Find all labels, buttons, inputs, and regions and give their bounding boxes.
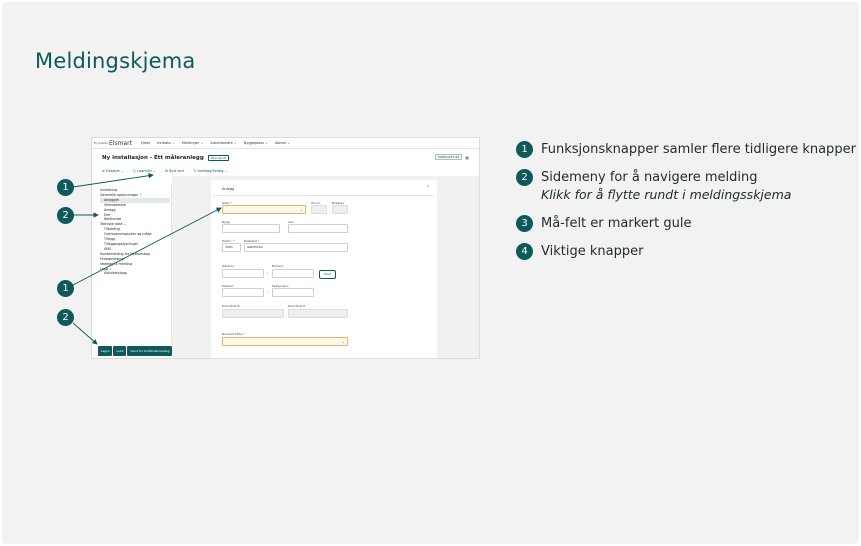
chevron-down-icon: ⌄ (341, 339, 345, 344)
function-buttons: ≡ Detaljer ⌄ ⎙ Lagre/Ut ⌄ ⚙ Bytt kort ✎ … (102, 169, 236, 173)
bruksnr-field[interactable] (272, 269, 314, 278)
poststed-field[interactable]: GRIMSTAD (244, 243, 348, 252)
side-menu: Innledning Generelle opplysninger ^ Anlegg… (100, 188, 170, 276)
status-badge: Ikke sendt (207, 155, 230, 161)
led-field[interactable] (288, 224, 348, 233)
card-title: Anlegg (222, 187, 235, 191)
separator-slash: / (267, 290, 269, 294)
grid-icon[interactable]: ▦ (465, 155, 469, 160)
legend-badge: 3 (516, 215, 533, 232)
save-out-button[interactable]: ⎙ Lagre/Ut ⌄ (133, 169, 156, 173)
application-screenshot: By installer Elsmart Hjem Innboks ⌄ Meld… (91, 137, 480, 359)
legend-badge: 4 (516, 243, 533, 260)
nav-item-byggeplass[interactable]: Byggeplass ⌄ (244, 141, 268, 145)
gardsnr-field[interactable] (222, 269, 264, 278)
close-button[interactable]: Lukk (113, 346, 127, 356)
bruksomrade-select[interactable]: ⌄ (222, 337, 348, 346)
legend-text: Sidemeny for å navigere melding (541, 170, 758, 185)
nav-item-meldinger[interactable]: Meldinger ⌄ (182, 141, 203, 145)
nav-item-arbeidsordre[interactable]: Arbeidsordre ⌄ (210, 141, 237, 145)
legend-subtext: Klikk for å flytte rundt i meldingsskjem… (541, 187, 792, 202)
postnr-field[interactable]: 3063 (222, 243, 241, 252)
seksjonsnr-field[interactable] (272, 288, 314, 297)
gate-select[interactable]: ⌄ (222, 205, 306, 214)
legend-text: Funksjonsknapper samler flere tidligere … (541, 142, 856, 157)
koordinat-n-label: Koordinat N (222, 304, 240, 308)
festenr-field[interactable] (222, 288, 264, 297)
bottom-action-buttons: Lagre Lukk Send for forhåndsmelding (98, 346, 173, 356)
nav-item-admin[interactable]: Admin ⌄ (275, 141, 290, 145)
legend: 1 Funksjonsknapper samler flere tidliger… (516, 141, 856, 271)
chevron-down-icon: ⌄ (299, 207, 303, 212)
bruksnr-label: Bruksnr. (272, 264, 285, 268)
side-menu-divider (171, 183, 172, 343)
callout-badge-1-top: 1 (57, 179, 74, 196)
page-header: Ny installasjon - Ett måleranlegg Ikke s… (102, 155, 230, 161)
brand-prefix: By installer (94, 141, 109, 145)
koordinat-e-label: Koordinat E (288, 304, 306, 308)
bygg-field[interactable] (222, 224, 280, 233)
callout-badge-2-bottom: 2 (57, 309, 74, 326)
separator-slash: / (267, 271, 269, 275)
legend-text: Må-felt er markert gule (541, 216, 692, 231)
form-card: Anlegg ⌃ Gate * ⌄ Husnr. Bokstav Bygg Le… (211, 180, 437, 358)
top-navigation-bar: By installer Elsmart Hjem Innboks ⌄ Meld… (92, 138, 479, 149)
hent-button[interactable]: Hent (319, 270, 336, 279)
chevron-up-icon[interactable]: ⌃ (426, 185, 430, 191)
switch-card-button[interactable]: ⚙ Bytt kort (165, 169, 184, 173)
callout-badge-1-bottom: 1 (57, 280, 74, 297)
legend-text: Viktige knapper (541, 244, 644, 259)
page-title: Ny installasjon - Ett måleranlegg (102, 155, 204, 161)
legend-item: 2 Sidemeny for å navigere melding Klikk … (516, 169, 856, 204)
card-header[interactable]: Anlegg ⌃ (214, 184, 434, 196)
details-button[interactable]: ≡ Detaljer ⌄ (102, 169, 124, 173)
legend-item: 3 Må-felt er markert gule (516, 215, 856, 232)
bruksomrade-label: Bruksområde * (222, 332, 245, 336)
nav-item-innboks[interactable]: Innboks ⌄ (157, 141, 175, 145)
bokstav-field (332, 205, 348, 214)
slide-title: Meldingskjema (35, 49, 196, 73)
attachment-finish-button[interactable]: ✎ Vedlegg/Ferdig ⌄ (193, 169, 227, 173)
callout-badge-2-top: 2 (57, 207, 74, 224)
legend-item: 4 Viktige knapper (516, 243, 856, 260)
gardsnr-label: Gårdsnr. (222, 264, 235, 268)
send-preliminary-button[interactable]: Send for forhåndsmelding (127, 346, 173, 356)
husnr-field (311, 205, 327, 214)
brand-logo[interactable]: Elsmart (109, 140, 132, 147)
legend-badge: 2 (516, 169, 533, 186)
reference-badge[interactable]: P098-0077-23 (435, 154, 463, 160)
nav-item-hjem[interactable]: Hjem (141, 141, 150, 145)
legend-item: 1 Funksjonsknapper samler flere tidliger… (516, 141, 856, 158)
save-button[interactable]: Lagre (98, 346, 113, 356)
koordinat-e-field (288, 309, 348, 318)
koordinat-n-field (222, 309, 284, 318)
legend-badge: 1 (516, 141, 533, 158)
side-menu-item[interactable]: Aktivitetslogg (100, 271, 170, 276)
reference-area: P098-0077-23 ▦ (435, 154, 469, 160)
